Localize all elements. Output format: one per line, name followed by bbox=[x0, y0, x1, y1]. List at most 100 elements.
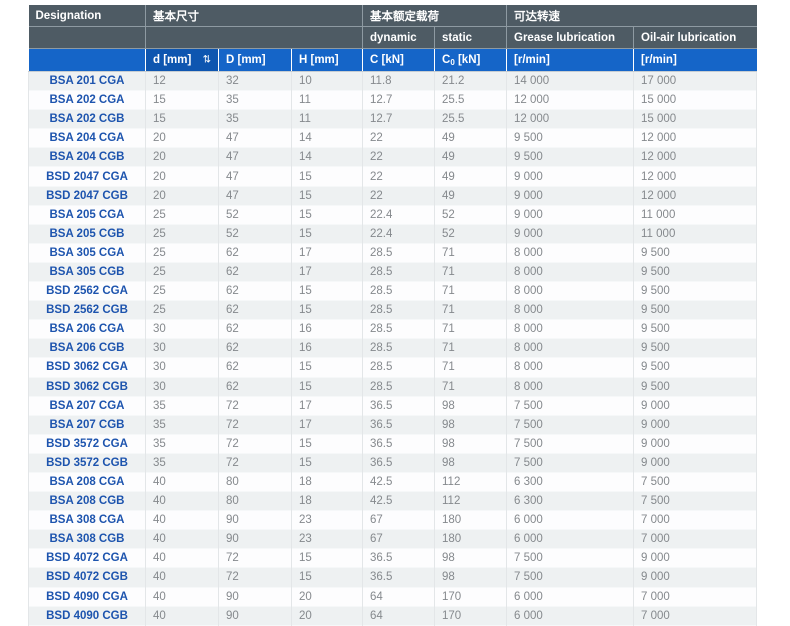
designation-link[interactable]: BSA 204 CGA bbox=[28, 128, 146, 148]
value-cell: 20 bbox=[291, 606, 364, 626]
header-oil-air-lubrication: Oil-air lubrication bbox=[633, 26, 758, 49]
value-cell: 112 bbox=[434, 491, 508, 511]
value-cell: 15 000 bbox=[633, 90, 758, 110]
column-header-C[interactable]: C [kN] bbox=[362, 48, 436, 72]
value-cell: 90 bbox=[218, 606, 292, 626]
value-cell: 30 bbox=[145, 377, 219, 397]
column-header-H[interactable]: H [mm] bbox=[291, 48, 364, 72]
value-cell: 25.5 bbox=[434, 90, 508, 110]
value-cell: 67 bbox=[362, 529, 436, 549]
value-cell: 15 bbox=[291, 300, 364, 320]
value-cell: 90 bbox=[218, 510, 292, 530]
header-dimensions-spacer bbox=[145, 26, 364, 49]
column-header-d-label: d [mm] bbox=[153, 54, 192, 66]
value-cell: 80 bbox=[218, 491, 292, 511]
value-cell: 112 bbox=[434, 472, 508, 492]
value-cell: 9 000 bbox=[633, 396, 758, 416]
table-row: BSD 2562 CGB 25 62 15 28.5 71 8 000 9 500 bbox=[28, 300, 758, 320]
designation-link[interactable]: BSA 305 CGA bbox=[28, 243, 146, 263]
value-cell: 25 bbox=[145, 300, 219, 320]
designation-link[interactable]: BSA 205 CGA bbox=[28, 205, 146, 225]
value-cell: 98 bbox=[434, 548, 508, 568]
value-cell: 12 000 bbox=[633, 147, 758, 167]
designation-link[interactable]: BSA 205 CGB bbox=[28, 224, 146, 244]
value-cell: 20 bbox=[145, 128, 219, 148]
value-cell: 62 bbox=[218, 262, 292, 282]
value-cell: 72 bbox=[218, 453, 292, 473]
designation-link[interactable]: BSD 2047 CGB bbox=[28, 186, 146, 206]
value-cell: 71 bbox=[434, 319, 508, 339]
value-cell: 11 000 bbox=[633, 224, 758, 244]
value-cell: 9 500 bbox=[633, 281, 758, 301]
designation-link[interactable]: BSA 204 CGB bbox=[28, 147, 146, 167]
value-cell: 9 500 bbox=[633, 262, 758, 282]
column-header-C0[interactable]: C0 [kN] bbox=[434, 48, 508, 72]
value-cell: 170 bbox=[434, 587, 508, 607]
table-row: BSD 3572 CGA 35 72 15 36.5 98 7 500 9 000 bbox=[28, 434, 758, 454]
designation-link[interactable]: BSA 207 CGA bbox=[28, 396, 146, 416]
designation-link[interactable]: BSD 4072 CGB bbox=[28, 567, 146, 588]
designation-link[interactable]: BSA 201 CGA bbox=[28, 71, 146, 91]
designation-link[interactable]: BSA 305 CGB bbox=[28, 262, 146, 282]
table-row: BSA 204 CGB 20 47 14 22 49 9 500 12 000 bbox=[28, 147, 758, 167]
value-cell: 7 500 bbox=[506, 434, 635, 454]
designation-link[interactable]: BSA 308 CGB bbox=[28, 529, 146, 549]
designation-link[interactable]: BSD 3572 CGB bbox=[28, 453, 146, 473]
designation-link[interactable]: BSA 206 CGB bbox=[28, 338, 146, 358]
value-cell: 8 000 bbox=[506, 243, 635, 263]
column-header-D[interactable]: D [mm] bbox=[218, 48, 292, 72]
value-cell: 15 bbox=[291, 205, 364, 225]
designation-link[interactable]: BSD 4090 CGB bbox=[28, 606, 146, 626]
designation-link[interactable]: BSA 308 CGA bbox=[28, 510, 146, 530]
value-cell: 17 bbox=[291, 243, 364, 263]
value-cell: 15 bbox=[291, 548, 364, 568]
column-header-grease-unit[interactable]: [r/min] bbox=[506, 48, 635, 72]
value-cell: 9 500 bbox=[633, 300, 758, 320]
value-cell: 28.5 bbox=[362, 243, 436, 263]
value-cell: 40 bbox=[145, 491, 219, 511]
value-cell: 9 500 bbox=[633, 357, 758, 377]
designation-link[interactable]: BSD 4072 CGA bbox=[28, 548, 146, 568]
value-cell: 40 bbox=[145, 567, 219, 588]
sort-icon[interactable]: ⇅ bbox=[203, 55, 211, 66]
value-cell: 7 000 bbox=[633, 587, 758, 607]
value-cell: 16 bbox=[291, 319, 364, 339]
value-cell: 7 000 bbox=[633, 529, 758, 549]
designation-link[interactable]: BSA 207 CGB bbox=[28, 415, 146, 435]
designation-link[interactable]: BSD 3062 CGB bbox=[28, 377, 146, 397]
value-cell: 62 bbox=[218, 377, 292, 397]
value-cell: 7 500 bbox=[506, 396, 635, 416]
value-cell: 52 bbox=[434, 224, 508, 244]
column-header-oil-air-unit[interactable]: [r/min] bbox=[633, 48, 758, 72]
designation-link[interactable]: BSA 202 CGA bbox=[28, 90, 146, 110]
value-cell: 35 bbox=[218, 90, 292, 110]
column-header-d[interactable]: d [mm] ⇅ bbox=[145, 48, 219, 72]
value-cell: 36.5 bbox=[362, 453, 436, 473]
designation-link[interactable]: BSD 3572 CGA bbox=[28, 434, 146, 454]
value-cell: 17 bbox=[291, 396, 364, 416]
designation-link[interactable]: BSD 2562 CGB bbox=[28, 300, 146, 320]
designation-link[interactable]: BSA 202 CGB bbox=[28, 109, 146, 129]
value-cell: 72 bbox=[218, 548, 292, 568]
table-row: BSA 208 CGB 40 80 18 42.5 112 6 300 7 500 bbox=[28, 491, 758, 511]
designation-link[interactable]: BSA 208 CGB bbox=[28, 491, 146, 511]
value-cell: 15 bbox=[145, 90, 219, 110]
designation-link[interactable]: BSD 3062 CGA bbox=[28, 357, 146, 377]
value-cell: 17 bbox=[291, 262, 364, 282]
value-cell: 22 bbox=[362, 128, 436, 148]
value-cell: 36.5 bbox=[362, 415, 436, 435]
value-cell: 72 bbox=[218, 415, 292, 435]
designation-link[interactable]: BSA 208 CGA bbox=[28, 472, 146, 492]
designation-link[interactable]: BSD 2562 CGA bbox=[28, 281, 146, 301]
designation-link[interactable]: BSD 2047 CGA bbox=[28, 166, 146, 187]
designation-link[interactable]: BSA 206 CGA bbox=[28, 319, 146, 339]
value-cell: 20 bbox=[145, 186, 219, 206]
designation-link[interactable]: BSD 4090 CGA bbox=[28, 587, 146, 607]
value-cell: 40 bbox=[145, 548, 219, 568]
table-row: BSA 208 CGA 40 80 18 42.5 112 6 300 7 500 bbox=[28, 472, 758, 492]
value-cell: 90 bbox=[218, 587, 292, 607]
value-cell: 12 000 bbox=[506, 90, 635, 110]
value-cell: 12 000 bbox=[506, 109, 635, 129]
value-cell: 20 bbox=[145, 166, 219, 187]
header-grease-lubrication: Grease lubrication bbox=[506, 26, 635, 49]
